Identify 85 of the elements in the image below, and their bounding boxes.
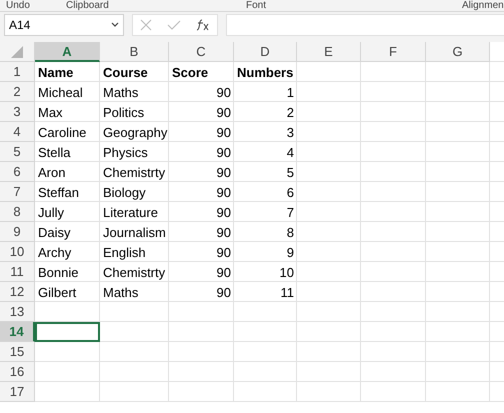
table-cell-text: Chemistrty: [102, 164, 166, 182]
row-header[interactable]: 17: [0, 382, 35, 402]
table-cell-text: 90: [216, 164, 232, 182]
cancel-icon[interactable]: [140, 19, 152, 31]
table-cell-text: 7: [286, 204, 295, 222]
row-header[interactable]: 11: [0, 262, 35, 282]
table-cell-text: Steffan: [37, 184, 80, 202]
table-cell-text: Caroline: [37, 124, 88, 142]
table-cell-text: 10: [278, 264, 295, 282]
formula-field[interactable]: [226, 14, 504, 36]
column-header[interactable]: C: [169, 42, 234, 62]
row-header[interactable]: 5: [0, 142, 35, 162]
table-cell-text: 90: [216, 224, 232, 242]
table-cell-text: Jully: [37, 204, 66, 222]
check-icon[interactable]: [166, 20, 181, 30]
ribbon-group-label: Alignmen: [462, 0, 504, 12]
table-cell-text: Aron: [37, 164, 66, 182]
column-header[interactable]: B: [100, 42, 169, 62]
table-cell-text: Gilbert: [37, 284, 78, 302]
table-cell-text: 90: [216, 284, 232, 302]
table-cell-text: 90: [216, 184, 232, 202]
table-cell-text: 3: [286, 124, 295, 142]
ribbon-group-label: Clipboard: [66, 0, 110, 12]
column-header[interactable]: A: [35, 42, 100, 62]
row-header[interactable]: 10: [0, 242, 35, 262]
table-cell-text: 1: [286, 84, 295, 102]
row-header[interactable]: 8: [0, 202, 35, 222]
column-header[interactable]: F: [361, 42, 426, 62]
column-header[interactable]: D: [234, 42, 297, 62]
table-cell-text: Biology: [102, 184, 147, 202]
table-cell-text: Course: [102, 64, 149, 82]
row-header[interactable]: 1: [0, 62, 35, 82]
column-header[interactable]: G: [426, 42, 490, 62]
table-cell-text: Maths: [102, 84, 140, 102]
table-cell-text: Archy: [37, 244, 72, 262]
table-cell-text: 90: [216, 144, 232, 162]
row-header[interactable]: 13: [0, 302, 35, 322]
row-header[interactable]: 16: [0, 362, 35, 382]
table-cell-text: Numbers: [236, 64, 294, 82]
row-header[interactable]: 4: [0, 122, 35, 142]
table-cell-text: Geography: [102, 124, 168, 142]
table-cell-text: Politics: [102, 104, 146, 122]
table-cell-text: Stella: [37, 144, 72, 162]
table-cell-text: Daisy: [37, 224, 72, 242]
table-cell-text: 5: [286, 164, 295, 182]
table-cell-text: 90: [216, 104, 232, 122]
table-cell-text: 9: [286, 244, 295, 262]
table-cell-text: Micheal: [37, 84, 84, 102]
table-cell-text: 90: [216, 204, 232, 222]
row-header[interactable]: 6: [0, 162, 35, 182]
table-cell-text: Chemistrty: [102, 264, 166, 282]
active-cell[interactable]: [35, 322, 100, 342]
table-cell-text: Name: [37, 64, 74, 82]
table-cell-text: 4: [286, 144, 295, 162]
table-cell-text: 2: [286, 104, 295, 122]
name-box[interactable]: A14: [4, 14, 124, 36]
ribbon-group-label: Undo: [6, 0, 31, 12]
table-cell-text: 90: [216, 264, 232, 282]
table-cell-text: Bonnie: [37, 264, 80, 282]
table-cell-text: 6: [286, 184, 295, 202]
table-cell-text: 90: [216, 244, 232, 262]
row-header[interactable]: 3: [0, 102, 35, 122]
table-cell-text: Journalism: [102, 224, 167, 242]
row-header[interactable]: 7: [0, 182, 35, 202]
column-header[interactable]: E: [297, 42, 361, 62]
table-cell-text: Physics: [102, 144, 149, 162]
table-cell-text: 90: [216, 124, 232, 142]
corner-triangle-icon: [11, 46, 23, 58]
table-cell-text: Maths: [102, 284, 140, 302]
table-cell-text: Max: [37, 104, 64, 122]
row-header[interactable]: 12: [0, 282, 35, 302]
row-header[interactable]: 14: [0, 322, 35, 342]
function-icon[interactable]: [196, 19, 210, 31]
table-cell-text: English: [102, 244, 147, 262]
ribbon-group-label: Font: [246, 0, 268, 12]
table-cell-text: 8: [286, 224, 295, 242]
table-cell-text: Score: [171, 64, 210, 82]
row-header[interactable]: 2: [0, 82, 35, 102]
row-header[interactable]: 9: [0, 222, 35, 242]
table-cell-text: Literature: [102, 204, 159, 222]
table-cell-text: 11: [280, 284, 295, 302]
row-header[interactable]: 15: [0, 342, 35, 362]
table-cell-text: 90: [216, 84, 232, 102]
dropdown-icon[interactable]: [111, 22, 119, 28]
select-all-corner[interactable]: [0, 42, 35, 62]
